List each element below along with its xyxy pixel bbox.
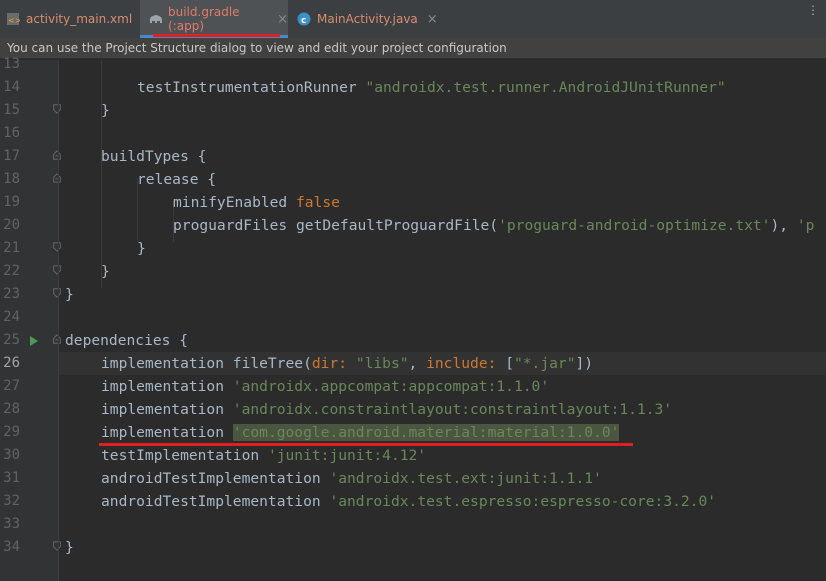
line-number: 33	[3, 516, 20, 532]
code-line-20: proguardFiles getDefaultProguardFile('pr…	[173, 214, 814, 237]
code-token: proguardFiles getDefaultProguardFile(	[173, 217, 499, 234]
line-number: 21	[3, 240, 20, 256]
code-string: 'androidx.constraintlayout:constraintlay…	[232, 401, 673, 418]
line-number: 25	[3, 332, 20, 348]
tab-label: build.gradle (:app)	[168, 5, 240, 33]
line-number: 13	[3, 56, 20, 72]
editor-tab-bar: <> activity_main.xml × build.gradle (:ap…	[0, 0, 826, 39]
line-number: 24	[3, 309, 20, 325]
project-structure-banner[interactable]: You can use the Project Structure dialog…	[0, 38, 826, 59]
code-editor[interactable]: testInstrumentationRunner "androidx.test…	[59, 60, 826, 581]
code-line-14: testInstrumentationRunner "androidx.test…	[137, 76, 726, 99]
code-string: 'androidx.test.espresso:espresso-core:3.…	[329, 493, 717, 510]
line-number: 22	[3, 263, 20, 279]
code-line-29: implementation 'com.google.android.mater…	[101, 421, 620, 444]
code-token: implementation	[101, 378, 233, 395]
code-keyword: false	[296, 194, 340, 211]
line-number: 16	[3, 125, 20, 141]
code-token: ),	[770, 217, 797, 234]
svg-text:c: c	[301, 16, 306, 26]
code-token: implementation fileTree(	[101, 355, 312, 372]
line-number: 30	[3, 447, 20, 463]
line-number: 19	[3, 194, 20, 210]
code-line-25: dependencies {	[65, 332, 189, 349]
line-number: 27	[3, 378, 20, 394]
code-named-arg: include:	[426, 355, 506, 372]
code-line-21: }	[137, 240, 146, 257]
code-string: 'proguard-android-optimize.txt'	[498, 217, 771, 234]
tab-mainactivity-java[interactable]: c MainActivity.java ×	[289, 0, 438, 38]
gradle-elephant-icon	[148, 12, 162, 26]
code-line-31: androidTestImplementation 'androidx.test…	[101, 467, 602, 490]
code-token: implementation	[101, 401, 233, 418]
code-line-26: implementation fileTree(dir: "libs", inc…	[101, 352, 593, 375]
svg-text:<>: <>	[8, 16, 20, 25]
code-line-19: minifyEnabled false	[173, 191, 340, 214]
code-string: 'p	[796, 217, 815, 234]
line-number-gutter: 13 14 15 16 17 18 19 20 21 22 23 24 25 2…	[0, 56, 84, 581]
code-string-highlighted: 'com.google.android.material:material:1.…	[232, 424, 620, 441]
code-string: "libs"	[355, 355, 409, 372]
xml-file-icon: <>	[6, 12, 21, 26]
code-line-30: testImplementation 'junit:junit:4.12'	[101, 444, 426, 467]
code-string: 'androidx.appcompat:appcompat:1.1.0'	[232, 378, 550, 395]
code-token: [	[505, 355, 514, 372]
code-line-32: androidTestImplementation 'androidx.test…	[101, 490, 716, 513]
run-icon[interactable]	[29, 335, 39, 347]
code-line-23: }	[65, 286, 74, 303]
code-line-15: }	[101, 102, 110, 119]
line-number: 23	[3, 286, 20, 302]
tab-build-gradle-app[interactable]: build.gradle (:app) ×	[140, 0, 288, 38]
line-number: 17	[3, 148, 20, 164]
code-token: testImplementation	[101, 447, 268, 464]
line-number: 18	[3, 171, 20, 187]
code-string: 'junit:junit:4.12'	[267, 447, 427, 464]
close-icon[interactable]: ×	[277, 12, 288, 27]
line-number: 32	[3, 493, 20, 509]
indent-guide	[101, 60, 102, 288]
line-number: 15	[3, 102, 20, 118]
line-number: 26	[3, 355, 20, 371]
code-token: androidTestImplementation	[101, 470, 330, 487]
line-number: 29	[3, 424, 20, 440]
tab-overflow-icon[interactable]: ⋮	[800, 0, 826, 20]
code-named-arg: dir:	[311, 355, 356, 372]
code-line-27: implementation 'androidx.appcompat:appco…	[101, 375, 549, 398]
code-token: testInstrumentationRunner	[137, 79, 366, 96]
tab-activity-main-xml[interactable]: <> activity_main.xml ×	[0, 0, 152, 38]
code-line-28: implementation 'androidx.constraintlayou…	[101, 398, 672, 421]
code-token: minifyEnabled	[173, 194, 297, 211]
code-string: "androidx.test.runner.AndroidJUnitRunner…	[365, 79, 726, 96]
code-string: "*.jar"	[513, 355, 576, 372]
code-token: implementation	[101, 424, 233, 441]
tab-label: MainActivity.java	[317, 12, 418, 26]
line-number: 34	[3, 539, 20, 555]
code-line-22: }	[101, 263, 110, 280]
line-number: 28	[3, 401, 20, 417]
code-line-34: }	[65, 539, 74, 556]
code-token: androidTestImplementation	[101, 493, 330, 510]
code-line-17: buildTypes {	[101, 148, 207, 165]
close-icon[interactable]: ×	[427, 12, 438, 27]
line-number: 14	[3, 79, 20, 95]
line-number: 31	[3, 470, 20, 486]
tab-label: activity_main.xml	[26, 12, 133, 26]
code-token: ])	[575, 355, 594, 372]
code-token: ,	[408, 355, 427, 372]
code-line-18: release {	[137, 171, 217, 188]
red-underline-annotation	[153, 34, 280, 37]
line-number: 20	[3, 217, 20, 233]
java-class-icon: c	[297, 12, 311, 26]
code-string: 'androidx.test.ext:junit:1.1.1'	[329, 470, 602, 487]
